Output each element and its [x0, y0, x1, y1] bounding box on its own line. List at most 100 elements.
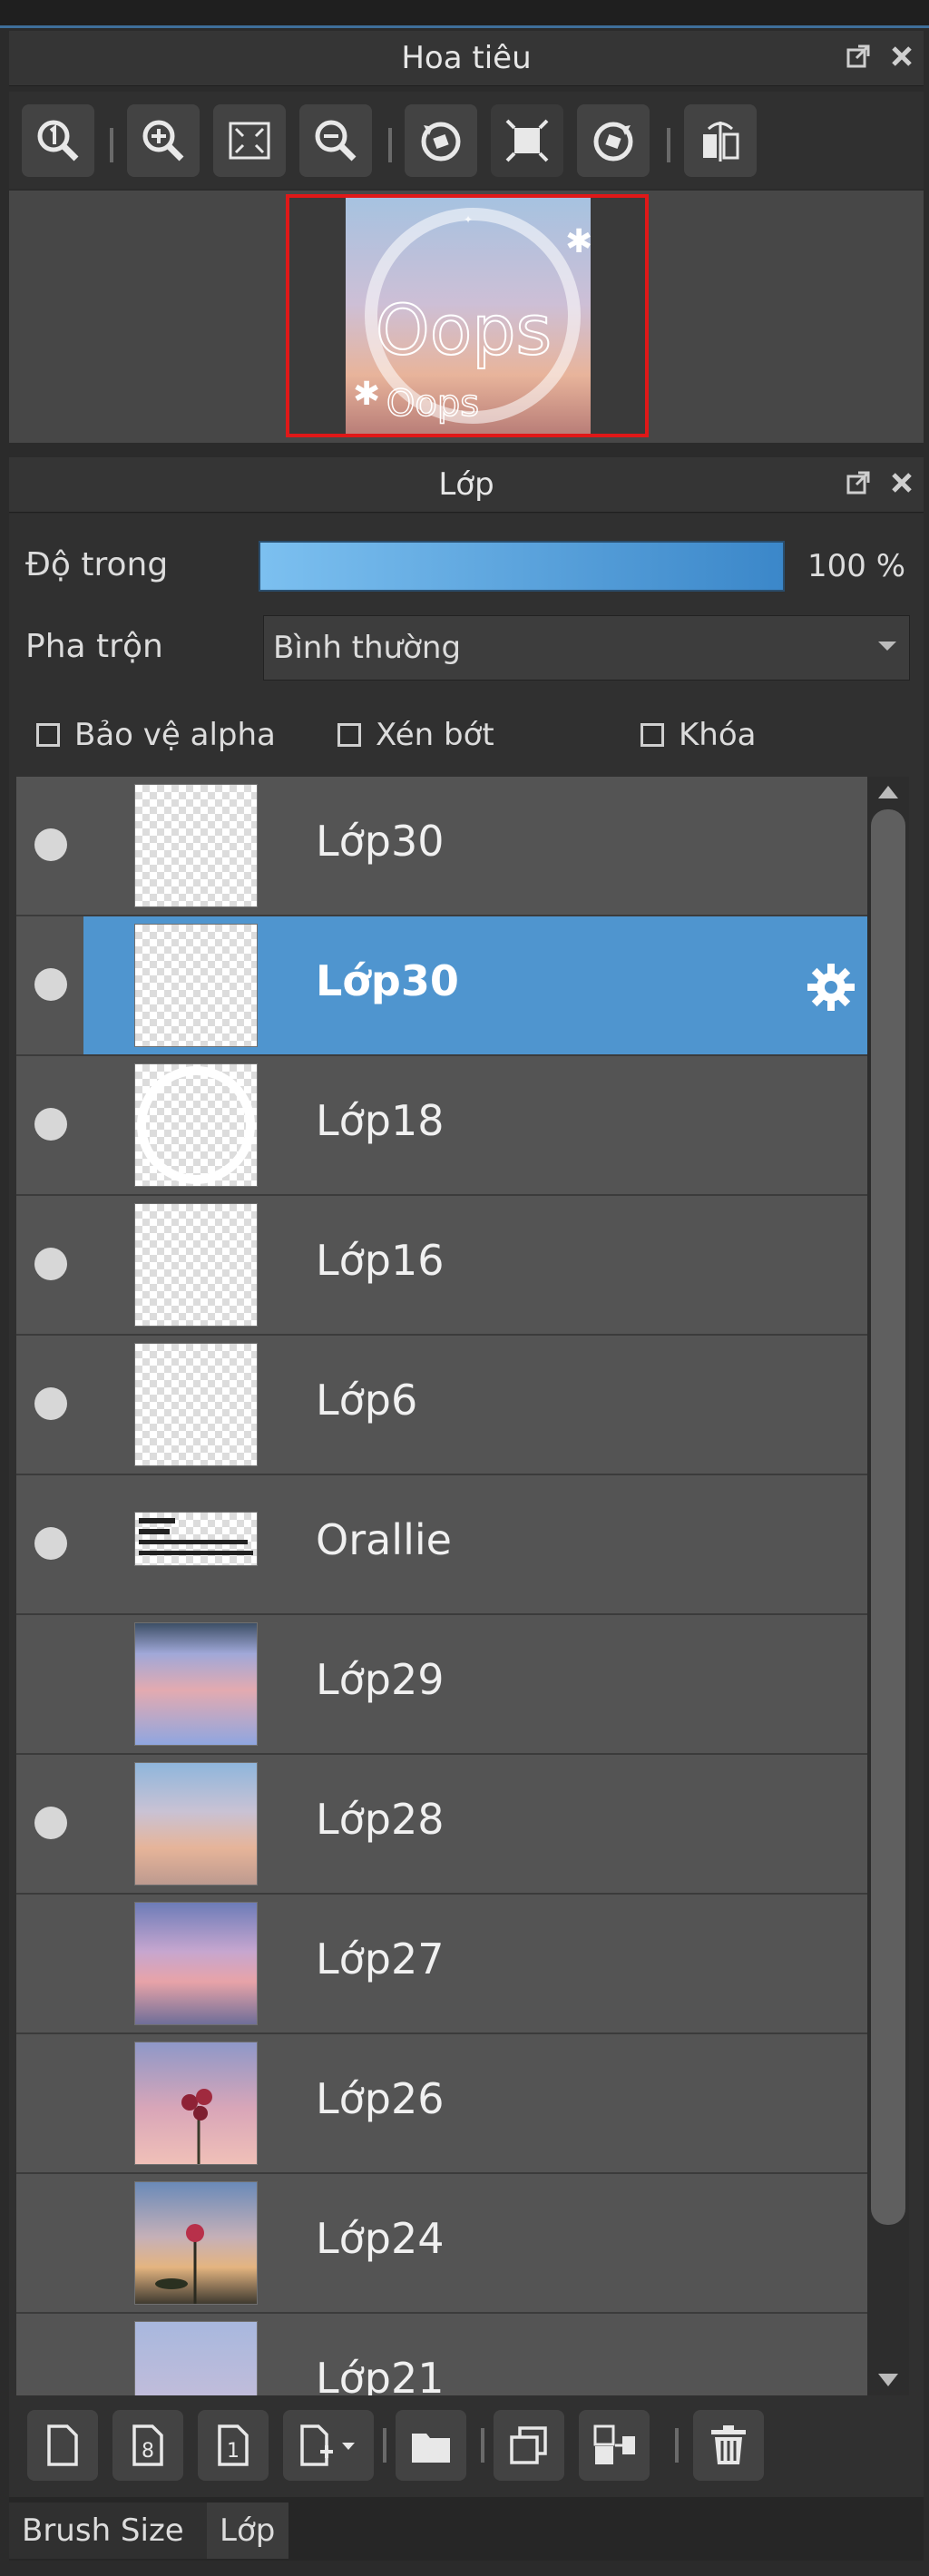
visibility-dot-icon[interactable] — [34, 1248, 67, 1280]
navigator-title: Hoa tiêu — [401, 40, 532, 76]
tab-layer[interactable]: Lớp — [207, 2503, 288, 2559]
visibility-dot-icon[interactable] — [34, 1807, 67, 1839]
layer-row[interactable]: Lớp28 — [16, 1755, 867, 1895]
popout-icon[interactable] — [844, 468, 873, 497]
navigator-header: Hoa tiêu — [9, 31, 924, 86]
close-icon[interactable] — [887, 42, 916, 71]
layer-thumbnail — [134, 1762, 258, 1885]
trash-icon — [711, 2425, 746, 2464]
checkbox-box — [641, 723, 664, 747]
visibility-dot-icon[interactable] — [34, 1527, 67, 1560]
layer-thumbnail — [134, 1512, 258, 1566]
popout-icon[interactable] — [844, 42, 873, 71]
visibility-dot-icon[interactable] — [34, 968, 67, 1001]
visibility-dot-icon[interactable] — [34, 828, 67, 861]
layer-row[interactable]: Lớp21 — [16, 2314, 867, 2395]
layer-thumbnail — [134, 924, 258, 1047]
new-layer-button[interactable] — [27, 2410, 98, 2481]
opacity-slider[interactable] — [259, 541, 785, 592]
layer-row[interactable]: Orallie — [16, 1475, 867, 1615]
layer-thumbnail — [134, 2181, 258, 2305]
layer-name: Orallie — [316, 1515, 452, 1564]
thumbnail-small-text: Oops — [386, 383, 479, 425]
scroll-up-icon[interactable] — [878, 786, 898, 798]
layer-row[interactable]: Lớp16 — [16, 1196, 867, 1336]
new-1bit-layer-icon: 1 — [218, 2424, 249, 2466]
merge-layer-icon — [593, 2424, 635, 2464]
layer-name: Lớp28 — [316, 1795, 445, 1844]
layer-toolbar: 8 1 — [9, 2397, 924, 2493]
svg-text:1: 1 — [227, 2440, 240, 2463]
tab-brush-size[interactable]: Brush Size — [9, 2503, 229, 2559]
protect-alpha-checkbox[interactable]: Bảo vệ alpha — [36, 717, 276, 753]
close-icon[interactable] — [887, 468, 916, 497]
layer-list-scrollbar[interactable] — [867, 777, 909, 2395]
zoom-in-icon — [142, 120, 184, 162]
flip-horizontal-button[interactable] — [684, 104, 757, 177]
add-special-layer-button[interactable] — [283, 2410, 374, 2481]
flip-horizontal-icon — [703, 122, 739, 162]
checkbox-box — [36, 723, 60, 747]
visibility-dot-icon[interactable] — [34, 1108, 67, 1141]
zoom-in-button[interactable] — [127, 104, 200, 177]
svg-text:✱: ✱ — [353, 376, 380, 413]
layer-thumbnail — [134, 1622, 258, 1746]
canvas-thumbnail: ✦ ✱ ✱ Oops Oops — [346, 198, 591, 434]
layer-row[interactable]: Lớp29 — [16, 1615, 867, 1755]
clipping-checkbox[interactable]: Xén bớt — [337, 717, 494, 753]
new-layer-icon — [47, 2424, 78, 2466]
layer-name: Lớp26 — [316, 2074, 445, 2123]
fit-screen-button[interactable] — [213, 104, 286, 177]
merge-layer-button[interactable] — [579, 2410, 650, 2481]
tab-label: Lớp — [220, 2512, 276, 2549]
duplicate-layer-button[interactable] — [494, 2410, 564, 2481]
layer-name: Lớp29 — [316, 1655, 445, 1704]
new-1bit-layer-button[interactable]: 1 — [198, 2410, 269, 2481]
reset-view-icon — [505, 119, 549, 162]
layer-name: Lớp30 — [316, 817, 445, 866]
blend-mode-select[interactable]: Bình thường — [263, 615, 910, 681]
add-special-layer-icon — [300, 2424, 355, 2466]
new-folder-button[interactable] — [396, 2410, 466, 2481]
fit-screen-icon — [229, 122, 270, 160]
layer-row[interactable]: Lớp6 — [16, 1336, 867, 1475]
new-8bit-layer-button[interactable]: 8 — [112, 2410, 183, 2481]
blend-mode-label: Pha trộn — [25, 628, 163, 665]
svg-text:✦: ✦ — [464, 213, 473, 226]
duplicate-layer-icon — [510, 2426, 547, 2464]
layer-thumbnail — [134, 1343, 258, 1466]
rotate-right-button[interactable] — [577, 104, 650, 177]
scroll-down-icon[interactable] — [878, 2374, 898, 2386]
layer-thumbnail — [134, 1203, 258, 1327]
delete-layer-button[interactable] — [693, 2410, 764, 2481]
svg-text:✱: ✱ — [565, 223, 591, 260]
layer-row[interactable]: Lớp30 — [16, 777, 867, 916]
layer-thumbnail — [134, 2321, 258, 2395]
rotate-right-icon — [593, 122, 633, 162]
zoom-actual-button[interactable] — [22, 104, 94, 177]
scrollbar-thumb[interactable] — [871, 809, 905, 2225]
zoom-out-button[interactable] — [299, 104, 372, 177]
checkbox-box — [337, 723, 361, 747]
new-8bit-layer-icon: 8 — [132, 2424, 163, 2466]
rotate-left-button[interactable] — [405, 104, 477, 177]
viewport-frame[interactable]: ✦ ✱ ✱ Oops Oops — [286, 194, 649, 437]
layer-row-selected[interactable]: Lớp30 — [16, 916, 867, 1056]
gear-icon[interactable] — [804, 960, 858, 1014]
layer-row[interactable]: Lớp26 — [16, 2034, 867, 2174]
blend-mode-value: Bình thường — [273, 630, 462, 666]
lock-checkbox[interactable]: Khóa — [641, 717, 756, 753]
layer-row[interactable]: Lớp18 — [16, 1056, 867, 1196]
layer-thumbnail — [134, 2042, 258, 2165]
navigator-preview[interactable]: ✦ ✱ ✱ Oops Oops — [9, 191, 924, 443]
layer-row[interactable]: Lớp24 — [16, 2174, 867, 2314]
visibility-dot-icon[interactable] — [34, 1387, 67, 1420]
checkbox-label: Bảo vệ alpha — [74, 717, 276, 753]
tab-label: Brush Size — [22, 2512, 184, 2549]
reset-view-button[interactable] — [491, 104, 563, 177]
layer-row[interactable]: Lớp27 — [16, 1895, 867, 2034]
layer-thumbnail — [134, 784, 258, 907]
layer-name: Lớp30 — [316, 956, 459, 1005]
zoom-out-icon — [315, 120, 357, 162]
layer-name: Lớp6 — [316, 1376, 418, 1425]
